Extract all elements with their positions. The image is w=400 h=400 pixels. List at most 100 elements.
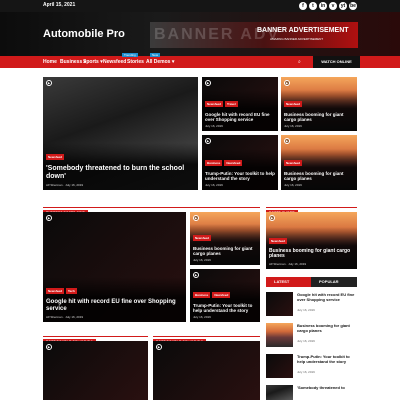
- video-play-icon[interactable]: ▶: [46, 80, 52, 86]
- posts-slider-item[interactable]: ▶ Newsfeed Business booming for giant ca…: [266, 212, 357, 269]
- section-header-double-1: POST DOUBLE COLUMNS 1: [43, 330, 148, 345]
- nav-sports[interactable]: Sports ▾: [83, 59, 103, 65]
- list-item[interactable]: Trump-Putin: Your toolkit to help unders…: [266, 354, 357, 382]
- post-tag[interactable]: Travel: [225, 100, 238, 107]
- post-title[interactable]: Google hit with record EU fine over Shop…: [205, 112, 275, 122]
- post-thumbnail[interactable]: [266, 292, 293, 316]
- post-tag[interactable]: Newsfeed: [212, 291, 231, 298]
- post-title[interactable]: Trump-Putin: Your toolkit to help unders…: [205, 171, 275, 181]
- express-main-post[interactable]: ▶ Newsfeed Tech Google hit with record EU…: [43, 212, 186, 322]
- video-play-icon[interactable]: ▶: [156, 344, 162, 350]
- watch-online-button[interactable]: WATCH ONLINE: [313, 56, 360, 68]
- post-tag[interactable]: Newsfeed: [284, 159, 303, 166]
- site-header: Automobile Pro BANNER ADV BANNER ADVERTI…: [0, 12, 400, 56]
- hero-post-bottom-2[interactable]: ▶ Newsfeed Business booming for giant ca…: [281, 135, 357, 190]
- hero-post-bottom-1[interactable]: ▶ Business Newsfeed Trump-Putin: Your too…: [202, 135, 278, 190]
- post-date: July 16, 2019: [65, 183, 84, 187]
- post-tag[interactable]: Newsfeed: [205, 100, 224, 107]
- section-header-double-2: POST DOUBLE COLUMNS 2: [153, 330, 260, 345]
- post-title[interactable]: Google hit with record EU fine over Shop…: [46, 299, 183, 313]
- linkedin-icon[interactable]: in: [319, 2, 327, 10]
- search-icon[interactable]: ⌕: [298, 59, 301, 65]
- video-play-icon[interactable]: ▶: [205, 80, 211, 86]
- post-date: July 16, 2019: [284, 183, 302, 187]
- facebook-icon[interactable]: f: [299, 2, 307, 10]
- sidebar-tabs: LATEST POPULAR: [266, 277, 357, 287]
- section-header-slider: POSTS SLIDER: [266, 201, 357, 216]
- post-date: July 16, 2019: [284, 124, 302, 128]
- post-date: July 16, 2019: [193, 315, 211, 319]
- behance-icon[interactable]: be: [349, 2, 357, 10]
- post-thumbnail[interactable]: [266, 385, 293, 400]
- twitter-icon[interactable]: t: [309, 2, 317, 10]
- post-title[interactable]: 'Somebody threatened to burn the school …: [46, 165, 195, 181]
- social-links: f t in v yt be: [299, 2, 357, 10]
- hero-main-post[interactable]: ▶ Newsfeed 'Somebody threatened to burn …: [43, 77, 198, 190]
- video-play-icon[interactable]: ▶: [46, 344, 52, 350]
- video-play-icon[interactable]: ▶: [46, 215, 52, 221]
- post-date: July 16, 2019: [205, 124, 223, 128]
- post-tag[interactable]: Newsfeed: [46, 288, 65, 295]
- main-nav: Home Business ▾ Sports ▾ Newsfeed Trendi…: [0, 53, 400, 68]
- post-title[interactable]: Business booming for giant cargo planes: [297, 323, 357, 334]
- post-title[interactable]: Business booming for giant cargo planes: [284, 171, 354, 181]
- post-author[interactable]: Alf Sherman: [46, 183, 63, 187]
- nav-newsfeed[interactable]: Newsfeed: [103, 59, 126, 65]
- top-bar: April 15, 2021 f t in v yt be: [0, 0, 400, 12]
- post-tag[interactable]: Newsfeed: [46, 153, 65, 160]
- vimeo-icon[interactable]: v: [329, 2, 337, 10]
- post-date: July 16, 2019: [193, 258, 211, 262]
- post-date: July 16, 2019: [288, 262, 307, 266]
- post-title[interactable]: Google hit with record EU fine over Shop…: [297, 292, 357, 303]
- hero-post-top-1[interactable]: ▶ Newsfeed Travel Google hit with record …: [202, 77, 278, 131]
- video-play-icon[interactable]: ▶: [284, 138, 290, 144]
- list-item[interactable]: Business booming for giant cargo planes …: [266, 323, 357, 351]
- post-title[interactable]: Trump-Putin: Your toolkit to help unders…: [297, 354, 357, 365]
- nav-all-demos[interactable]: All Demos ▾: [146, 59, 174, 65]
- post-tag[interactable]: Newsfeed: [224, 159, 243, 166]
- post-date: July 16, 2019: [65, 315, 84, 319]
- video-play-icon[interactable]: ▶: [284, 80, 290, 86]
- banner-advertisement[interactable]: BANNER ADV BANNER ADVERTISEMENT AMAZING …: [150, 22, 358, 48]
- banner-subtitle: AMAZING BANNER ADVERTISEMENT: [270, 37, 324, 41]
- site-logo[interactable]: Automobile Pro: [43, 28, 125, 40]
- video-play-icon[interactable]: ▶: [193, 215, 199, 221]
- post-tag[interactable]: Business: [193, 291, 211, 298]
- post-tag[interactable]: Newsfeed: [269, 237, 288, 244]
- trending-badge: Trending: [122, 53, 138, 57]
- nav-stories[interactable]: Stories: [127, 59, 144, 65]
- video-play-icon[interactable]: ▶: [269, 215, 275, 221]
- youtube-icon[interactable]: yt: [339, 2, 347, 10]
- post-author[interactable]: Alf Sherman: [269, 262, 286, 266]
- video-play-icon[interactable]: ▶: [193, 272, 199, 278]
- section-header-express: EXPRESS POSTS GRID: [43, 201, 260, 216]
- express-post-1[interactable]: ▶ Newsfeed Business booming for giant ca…: [190, 212, 260, 265]
- new-badge: New: [150, 53, 161, 57]
- post-title[interactable]: 'Somebody threatened to: [297, 385, 357, 391]
- nav-home[interactable]: Home: [43, 59, 57, 65]
- double-column-1-post[interactable]: ▶: [43, 341, 148, 400]
- post-tag[interactable]: Newsfeed: [193, 234, 212, 241]
- post-title[interactable]: Business booming for giant cargo planes: [193, 246, 257, 256]
- list-item[interactable]: Google hit with record EU fine over Shop…: [266, 292, 357, 320]
- post-date: July 16, 2019: [297, 339, 315, 343]
- post-date: July 16, 2019: [205, 183, 223, 187]
- current-date: April 15, 2021: [43, 2, 76, 8]
- post-tag[interactable]: Newsfeed: [284, 100, 303, 107]
- post-title[interactable]: Trump-Putin: Your toolkit to help unders…: [193, 303, 257, 313]
- post-tag[interactable]: Business: [205, 159, 223, 166]
- post-thumbnail[interactable]: [266, 323, 293, 347]
- double-column-2-post[interactable]: ▶: [153, 341, 260, 400]
- video-play-icon[interactable]: ▶: [205, 138, 211, 144]
- tab-latest[interactable]: LATEST: [266, 277, 311, 287]
- hero-post-top-2[interactable]: ▶ Newsfeed Business booming for giant ca…: [281, 77, 357, 131]
- post-author[interactable]: Alf Sherman: [46, 315, 63, 319]
- banner-title: BANNER ADVERTISEMENT: [257, 27, 349, 34]
- tab-popular[interactable]: POPULAR: [311, 277, 357, 287]
- post-title[interactable]: Business booming for giant cargo planes: [284, 112, 354, 122]
- post-tag[interactable]: Tech: [66, 288, 77, 295]
- list-item[interactable]: 'Somebody threatened to: [266, 385, 357, 400]
- post-title[interactable]: Business booming for giant cargo planes: [269, 248, 354, 261]
- express-post-2[interactable]: ▶ Business Newsfeed Trump-Putin: Your too…: [190, 269, 260, 322]
- post-thumbnail[interactable]: [266, 354, 293, 378]
